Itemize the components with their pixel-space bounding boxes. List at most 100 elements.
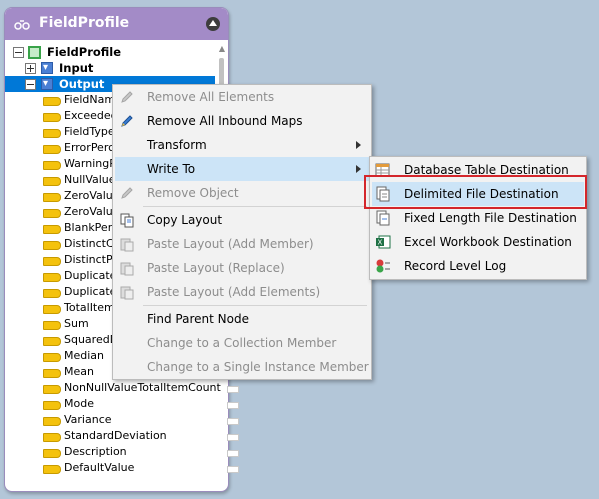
field-icon [43,465,61,474]
link-icon [14,20,30,30]
expand-toggle[interactable] [25,63,36,74]
tree-node-label: FieldProfile [47,45,122,59]
connector-port[interactable] [227,450,239,457]
paste-icon [120,262,134,276]
menu-item-label: Remove All Elements [147,90,275,104]
field-label: StandardDeviation [64,429,167,442]
tree-node-input[interactable]: Input [5,60,215,76]
submenu-item-record-level-log[interactable]: Record Level Log [372,254,584,278]
menu-item-label: Paste Layout (Add Member) [147,237,314,251]
field-row[interactable]: Description [5,444,215,460]
field-icon [43,241,61,250]
field-icon [43,449,61,458]
field-icon [43,129,61,138]
field-label: DistinctPe [64,253,119,266]
field-icon [43,369,61,378]
field-icon [43,97,61,106]
menu-item-paste-layout-add-elements[interactable]: Paste Layout (Add Elements) [115,280,369,304]
collapse-toggle[interactable] [25,79,36,90]
field-icon [43,305,61,314]
field-row[interactable]: Mode [5,396,215,412]
tree-node-label: Output [59,77,105,91]
menu-item-label: Write To [147,162,196,176]
menu-item-label: Copy Layout [147,213,223,227]
field-icon [43,417,61,426]
menu-item-change-to-single-instance-member[interactable]: Change to a Single Instance Member [115,355,369,379]
menu-item-label: Change to a Single Instance Member [147,360,369,374]
menu-item-paste-layout-replace[interactable]: Paste Layout (Replace) [115,256,369,280]
menu-item-find-parent-node[interactable]: Find Parent Node [115,307,369,331]
connector-port[interactable] [227,466,239,473]
record-log-icon [376,259,390,273]
menu-item-transform[interactable]: Transform [115,133,369,157]
field-row[interactable]: Variance [5,412,215,428]
field-icon [43,433,61,442]
annotation-highlight-box [364,175,587,209]
field-label: WarningP [64,157,116,170]
svg-text:X: X [378,239,383,247]
context-menu: Remove All Elements Remove All Inbound M… [112,84,372,380]
submenu-item-label: Excel Workbook Destination [404,235,572,249]
menu-item-remove-all-inbound-maps[interactable]: Remove All Inbound Maps [115,109,369,133]
field-icon [43,321,61,330]
paste-icon [120,286,134,300]
connector-port[interactable] [227,434,239,441]
field-icon [43,113,61,122]
field-row[interactable]: DefaultValue [5,460,215,476]
structure-icon [41,60,53,76]
field-icon [43,161,61,170]
tree-node-label: Input [59,61,94,75]
submenu-item-label: Fixed Length File Destination [404,211,577,225]
field-label: Mean [64,365,94,378]
submenu-item-excel-workbook-destination[interactable]: X Excel Workbook Destination [372,230,584,254]
tree-node-root[interactable]: FieldProfile [5,44,215,60]
menu-item-label: Change to a Collection Member [147,336,337,350]
field-row[interactable]: NonNullValueTotalItemCount [5,380,221,396]
paste-icon [120,238,134,252]
menu-item-label: Remove Object [147,186,239,200]
field-icon [43,225,61,234]
panel-header: FieldProfile [5,8,228,40]
field-label: Description [64,445,127,458]
field-label: DefaultValue [64,461,135,474]
collapse-toggle[interactable] [13,47,24,58]
field-label: FieldTypeI [64,125,118,138]
scroll-up-icon[interactable]: ▲ [217,44,227,53]
field-icon [43,193,61,202]
menu-item-label: Find Parent Node [147,312,249,326]
menu-item-write-to[interactable]: Write To [115,157,369,181]
field-label: Median [64,349,105,362]
field-label: BlankPerc [64,221,119,234]
field-icon [43,273,61,282]
pencil-icon [121,115,133,127]
connector-port[interactable] [227,402,239,409]
menu-item-remove-all-elements[interactable]: Remove All Elements [115,85,369,109]
submenu-arrow-icon [356,165,361,173]
submenu-item-fixed-length-file-destination[interactable]: Fixed Length File Destination [372,206,584,230]
field-icon [43,177,61,186]
field-row[interactable]: StandardDeviation [5,428,215,444]
menu-item-label: Remove All Inbound Maps [147,114,303,128]
copy-icon [120,213,134,228]
connector-port[interactable] [227,386,239,393]
menu-item-change-to-collection-member[interactable]: Change to a Collection Member [115,331,369,355]
collapse-button[interactable] [206,17,220,31]
fixed-length-file-icon [376,210,390,226]
connector-port[interactable] [227,418,239,425]
menu-item-remove-object[interactable]: Remove Object [115,181,369,205]
menu-item-paste-layout-add-member[interactable]: Paste Layout (Add Member) [115,232,369,256]
field-icon [43,209,61,218]
excel-icon: X [376,235,391,249]
field-icon [43,401,61,410]
field-icon [43,289,61,298]
field-label: Sum [64,317,89,330]
menu-separator [143,206,367,207]
field-icon [43,337,61,346]
panel-title: FieldProfile [39,15,130,31]
field-label: Mode [64,397,94,410]
structure-icon [41,76,53,92]
field-label: NonNullValueTotalItemCount [64,381,221,394]
pencil-icon [121,91,133,103]
menu-item-label: Transform [147,138,207,152]
menu-item-copy-layout[interactable]: Copy Layout [115,208,369,232]
